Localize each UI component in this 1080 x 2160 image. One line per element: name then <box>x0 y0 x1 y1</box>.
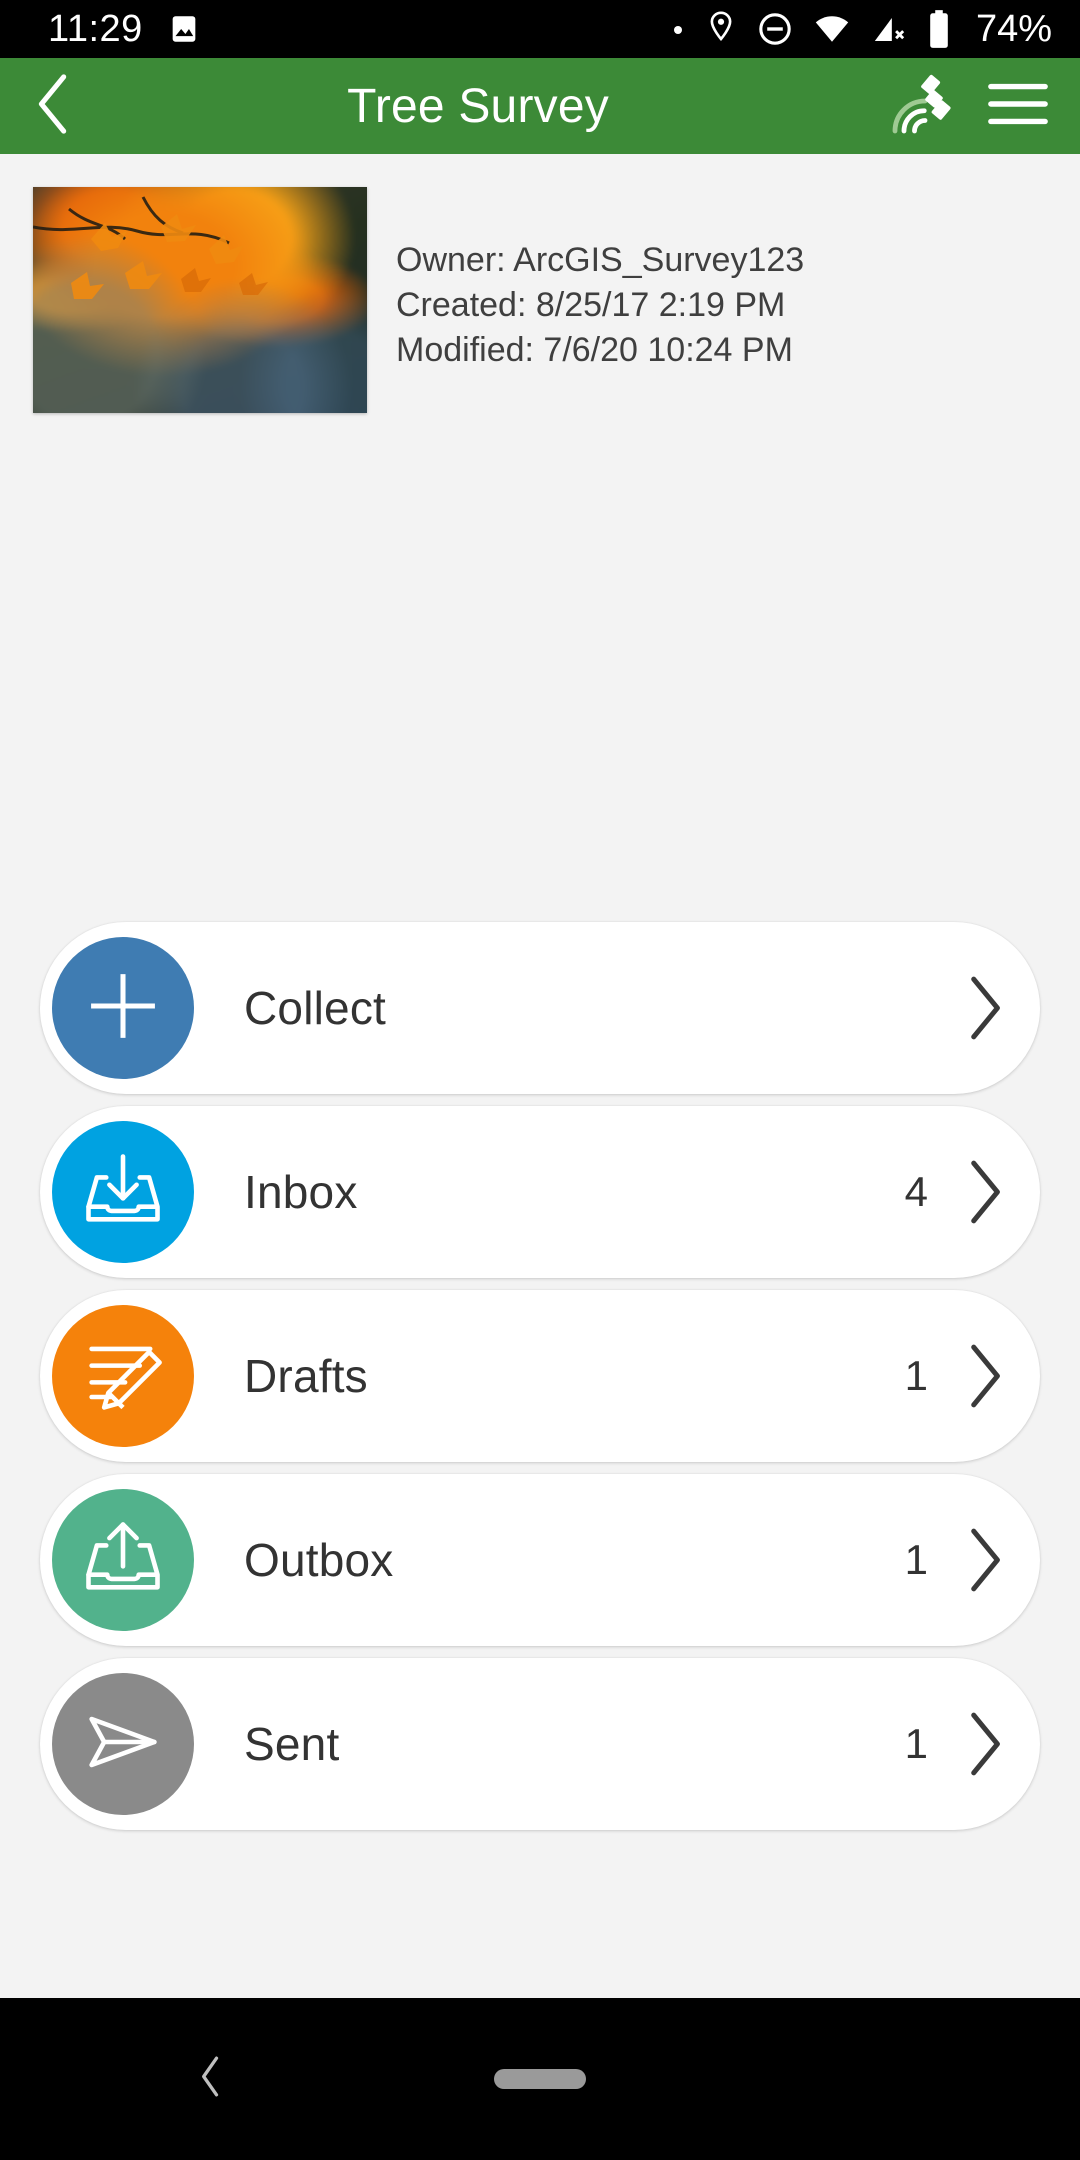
chevron-right-icon[interactable] <box>928 1527 1040 1593</box>
thumbnail-branches <box>33 196 268 299</box>
paper-plane-icon <box>77 1696 169 1793</box>
status-bar-system-icons: 74% <box>672 8 1052 51</box>
collect-icon-circle <box>52 937 194 1079</box>
survey-created: Created: 8/25/17 2:19 PM <box>396 285 786 324</box>
nav-back-button[interactable] <box>198 2055 224 2104</box>
drafts-icon-circle <box>52 1305 194 1447</box>
chevron-right-icon[interactable] <box>928 1711 1040 1777</box>
chevron-right-icon[interactable] <box>928 1159 1040 1225</box>
nav-home-pill[interactable] <box>494 2069 586 2089</box>
chevron-right-icon[interactable] <box>928 975 1040 1041</box>
status-bar: 11:29 74% <box>0 0 1080 58</box>
inbox-icon-circle <box>52 1121 194 1263</box>
menu-button[interactable] <box>970 58 1066 154</box>
sent-icon-circle <box>52 1673 194 1815</box>
plus-icon <box>81 964 165 1053</box>
do-not-disturb-icon <box>758 12 792 46</box>
chevron-left-icon <box>34 73 74 140</box>
android-navigation-bar <box>0 1998 1080 2160</box>
list-item-drafts[interactable]: Drafts 1 <box>40 1290 1040 1462</box>
battery-percent-label: 74% <box>975 7 1052 50</box>
list-item-sent[interactable]: Sent 1 <box>40 1658 1040 1830</box>
location-pin-icon <box>706 11 736 47</box>
page-title: Tree Survey <box>347 79 609 133</box>
wifi-icon <box>814 14 850 44</box>
battery-icon <box>928 10 950 48</box>
cellular-off-icon <box>872 13 906 45</box>
survey-action-list: Collect Inbox 4 Drafts 1 Outbox 1 Sent 1 <box>0 922 1080 1842</box>
nav-back-icon <box>198 2056 224 2103</box>
list-item-count: 1 <box>904 1536 928 1583</box>
outbox-icon-circle <box>52 1489 194 1631</box>
survey-metadata: Owner: ArcGIS_Survey123 Created: 8/25/17… <box>396 238 804 373</box>
list-item-label: Collect <box>244 982 387 1034</box>
list-item-count: 4 <box>904 1168 928 1215</box>
list-item-label: Outbox <box>244 1534 394 1586</box>
list-item-collect[interactable]: Collect <box>40 922 1040 1094</box>
survey-owner: Owner: ArcGIS_Survey123 <box>396 241 805 279</box>
survey-info: Owner: ArcGIS_Survey123 Created: 8/25/17… <box>0 154 1080 654</box>
status-bar-clock: 11:29 <box>48 8 143 50</box>
phone-screen: 11:29 74% Tree Survey Owner: ArcGIS_Surv… <box>0 0 1080 2160</box>
hamburger-menu-icon <box>987 78 1049 135</box>
list-item-count: 1 <box>904 1352 928 1399</box>
satellite-icon <box>886 68 958 145</box>
list-item-inbox[interactable]: Inbox 4 <box>40 1106 1040 1278</box>
list-item-label: Drafts <box>244 1350 368 1402</box>
list-item-label: Inbox <box>244 1166 358 1218</box>
app-bar: Tree Survey <box>0 58 1080 154</box>
list-item-label: Sent <box>244 1718 340 1770</box>
tray-download-icon <box>77 1144 169 1241</box>
list-item-outbox[interactable]: Outbox 1 <box>40 1474 1040 1646</box>
survey-modified: Modified: 7/6/20 10:24 PM <box>396 330 793 369</box>
survey-thumbnail <box>33 187 367 413</box>
gps-status-button[interactable] <box>874 58 970 154</box>
pencil-lines-icon <box>77 1328 169 1425</box>
status-bar-notifications <box>167 12 201 46</box>
chevron-right-icon[interactable] <box>928 1343 1040 1409</box>
dot-icon <box>672 12 684 46</box>
tray-upload-icon <box>77 1512 169 1609</box>
list-item-count: 1 <box>904 1720 928 1767</box>
image-icon <box>167 12 201 46</box>
